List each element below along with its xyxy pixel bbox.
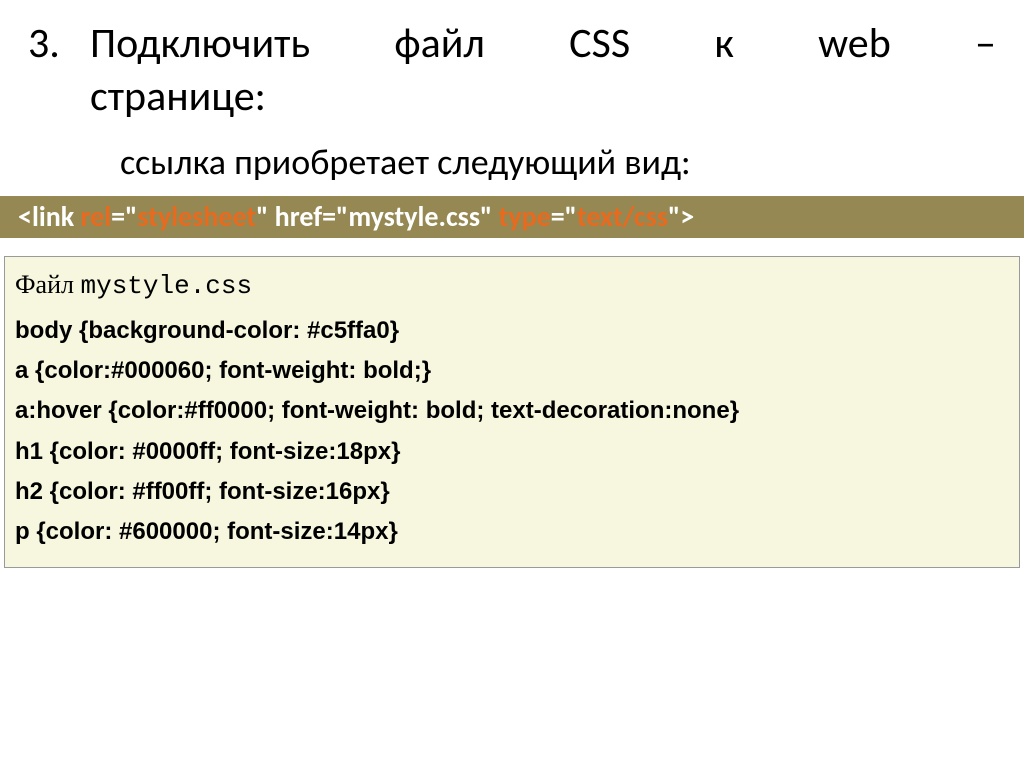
code-token: ">	[668, 199, 694, 234]
code-line: h1 {color: #0000ff; font-size:18px}	[15, 432, 1009, 472]
code-file-name: mystyle.css	[80, 271, 252, 301]
code-line: p {color: #600000; font-size:14px}	[15, 512, 1009, 552]
code-line: a:hover {color:#ff0000; font-weight: bol…	[15, 391, 1009, 431]
code-token: stylesheet	[137, 199, 256, 234]
code-file-label: Файл	[15, 270, 80, 299]
heading-word: web	[818, 18, 891, 71]
heading-word: –	[975, 18, 996, 71]
subheading: ссылка приобретает следующий вид:	[120, 140, 996, 184]
heading-word: CSS	[569, 18, 630, 71]
code-token: text/css	[577, 199, 668, 234]
link-tag-bar: <link rel="stylesheet" href="mystyle.css…	[0, 196, 1024, 238]
code-token: link	[32, 199, 81, 234]
slide: 3. Подключить файл CSS к web – странице:…	[0, 0, 1024, 767]
heading-word: файл	[394, 18, 484, 71]
code-line: h2 {color: #ff00ff; font-size:16px}	[15, 472, 1009, 512]
code-line: body {background-color: #c5ffa0}	[15, 311, 1009, 351]
code-token: ="	[551, 199, 577, 234]
code-token: <	[18, 199, 32, 234]
code-box: Файл mystyle.css body {background-color:…	[4, 256, 1020, 568]
heading-line2: странице:	[90, 71, 996, 124]
code-line: a {color:#000060; font-weight: bold;}	[15, 351, 1009, 391]
code-token: ="	[111, 199, 137, 234]
code-token: type	[499, 199, 551, 234]
code-token: " href="mystyle.css"	[256, 199, 499, 234]
heading-line1: Подключить файл CSS к web –	[90, 18, 996, 71]
code-token: rel	[81, 199, 112, 234]
code-file-title: Файл mystyle.css	[15, 263, 1009, 309]
heading-word: Подключить	[90, 18, 310, 71]
heading-word: к	[714, 18, 733, 71]
link-tag-text: <link rel="stylesheet" href="mystyle.css…	[0, 196, 1024, 238]
list-number: 3.	[28, 18, 60, 69]
heading: Подключить файл CSS к web – странице:	[90, 18, 996, 123]
